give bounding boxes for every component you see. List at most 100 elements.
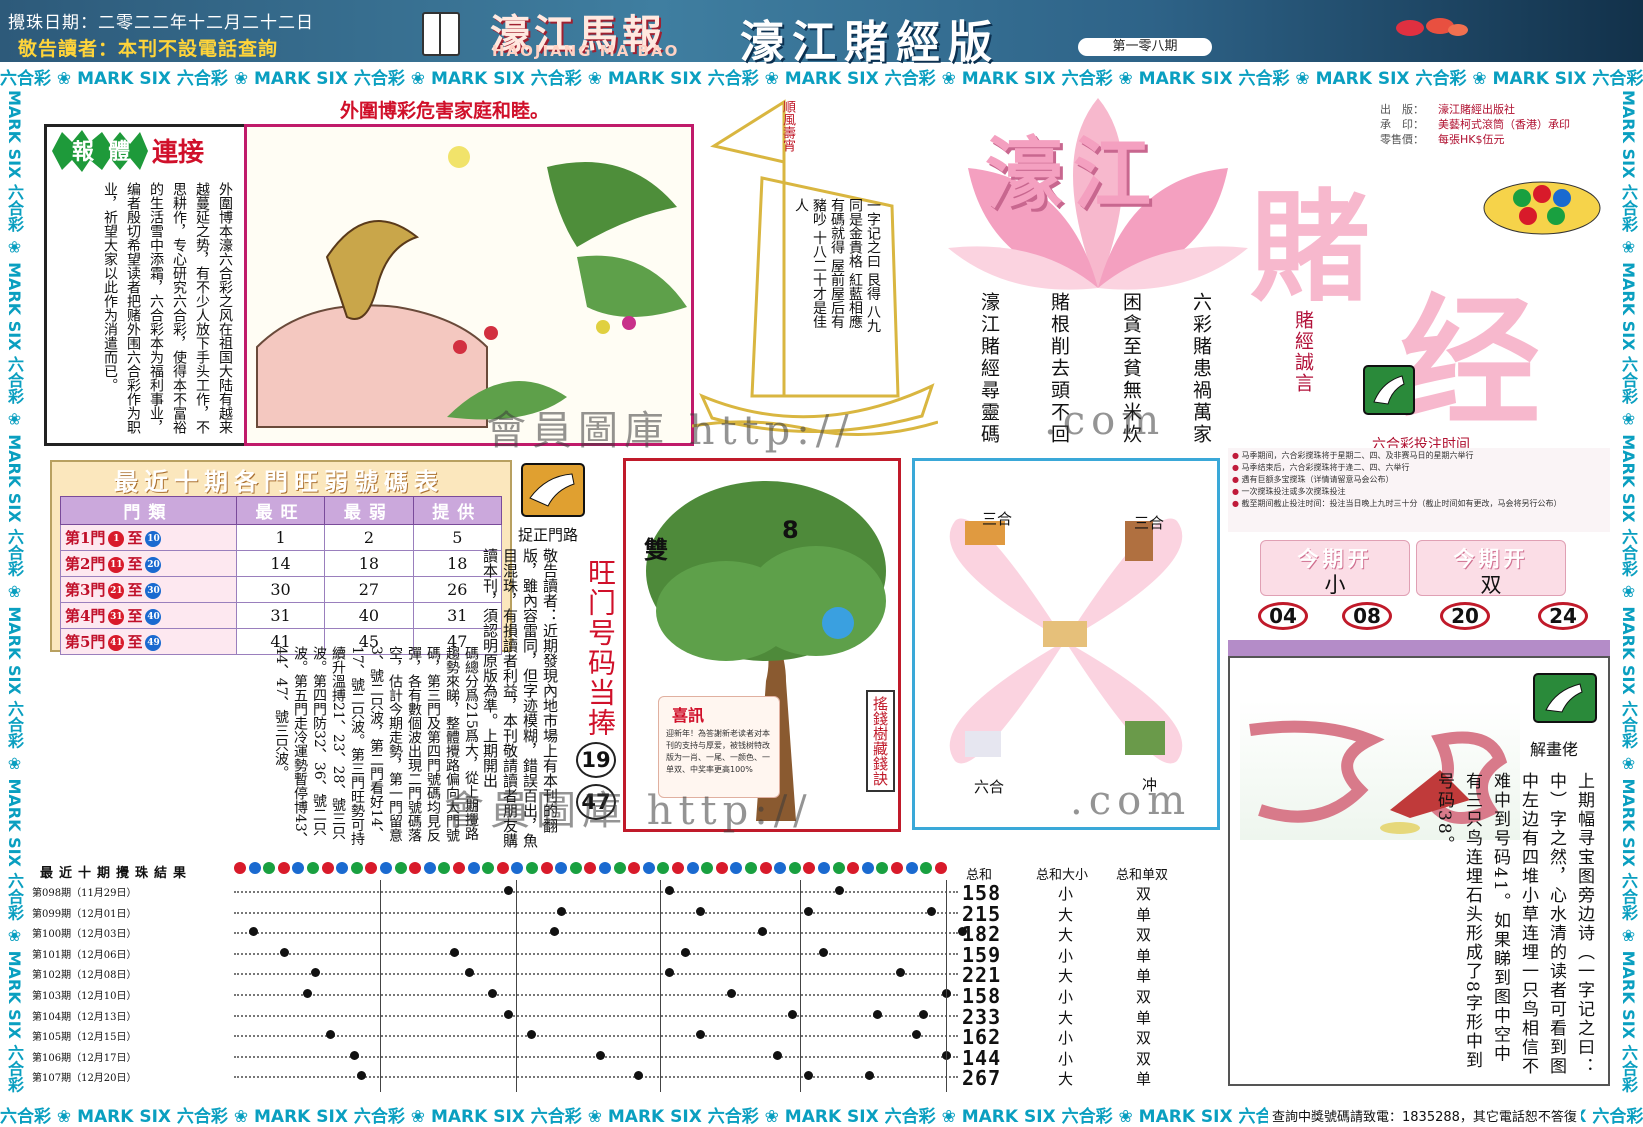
header-ball xyxy=(628,862,641,874)
column-separator xyxy=(800,880,801,1092)
draw-odd-even: 单 xyxy=(1136,1070,1152,1089)
draw-odd-even: 双 xyxy=(1136,988,1152,1006)
edition-title: 濠江賭經版 xyxy=(740,17,1000,68)
publisher-row: 出 版： 濠江賭經出版社 xyxy=(1380,103,1515,116)
header-ball xyxy=(496,862,509,874)
header-ball xyxy=(934,862,947,874)
article-body: 外圍博本濠六合彩之风在祖国大陆有越来越蔓延之势，有不少人放下手头工作，不思耕作，… xyxy=(102,182,233,434)
header-ball xyxy=(394,862,407,874)
gate-range-word: 至 xyxy=(127,581,143,599)
draw-row: 第105期（12月15日） 162 小双 xyxy=(32,1025,1202,1049)
draw-marker xyxy=(526,1030,536,1040)
freq-header: 提供 xyxy=(412,496,503,525)
header-ball xyxy=(759,862,772,874)
dot-line xyxy=(234,911,958,914)
price-row: 零售價： 每張HK$伍元 xyxy=(1380,133,1505,146)
draw-marker xyxy=(819,947,829,957)
result-number: 04 xyxy=(1258,602,1308,630)
draw-marker xyxy=(927,906,936,916)
freq-gate: 第1門 1 至 10 xyxy=(60,524,237,551)
header-ball xyxy=(365,862,378,874)
draw-marker xyxy=(803,1071,813,1081)
gate-range-word: 至 xyxy=(127,529,143,547)
betting-note: 马季期间，六合彩搅珠将于星期二、四、及非赛马日的星期六举行 xyxy=(1232,450,1606,462)
header-ball xyxy=(336,862,349,874)
badge-char-1: 報 xyxy=(72,140,95,165)
betting-note: 截至期间截止投注时间：投注当日晚上九时三十分（截止时间如有更改，马会将另行公布） xyxy=(1232,498,1606,510)
tree-plate-title: 喜訊 xyxy=(672,706,705,725)
badge-char-3: 連接 xyxy=(152,138,205,168)
header-ball xyxy=(438,862,451,874)
draw-marker xyxy=(726,989,736,998)
draw-marker xyxy=(957,927,967,937)
header-ball xyxy=(526,862,538,874)
trend-analysis: 碼總分爲215爲大，從上期攪路趨勢來睇，整體攪路偏向大門號碼，第三門及第四門號碼… xyxy=(273,646,479,846)
puzzle-text: 上期幅寻宝图旁边诗（一字记之曰：中）字之然，心水清的读者可看到图中左边有四堆小草… xyxy=(1434,772,1594,1076)
betting-note: 一次搅珠投注或多次搅珠投注 xyxy=(1232,486,1606,498)
draw-big-small: 小 xyxy=(1058,1049,1074,1068)
watermark: .com xyxy=(1044,398,1166,444)
watermark: 會員圖庫 http:// xyxy=(444,788,813,834)
gate-from-ball: 21 xyxy=(108,583,125,599)
gate-from-ball: 11 xyxy=(108,557,125,573)
header-ball xyxy=(540,862,553,874)
draw-big-small: 小 xyxy=(1058,988,1074,1006)
draw-row: 第102期（12月08日） 221 大单 xyxy=(32,963,1202,987)
book-icon xyxy=(422,12,460,56)
dot-line xyxy=(234,1076,958,1079)
header-notice: 敬告讀者：本刊不設電話查詢 xyxy=(18,38,279,60)
header-ball xyxy=(423,862,436,874)
header-ball xyxy=(745,862,757,874)
draw-marker xyxy=(680,947,690,957)
header-ball xyxy=(350,862,363,874)
draw-marker xyxy=(634,1071,644,1081)
draw-results-title: 最近十期攪珠結果 xyxy=(40,866,193,881)
header-ball xyxy=(263,862,276,874)
freq-cold: 2 xyxy=(324,524,414,551)
draw-marker xyxy=(503,886,513,895)
draw-big-small: 小 xyxy=(1058,1029,1074,1048)
draw-marker xyxy=(465,968,474,978)
header-ball xyxy=(657,862,670,874)
draw-sum: 267 xyxy=(962,1066,1002,1091)
draw-row: 第099期（12月01日） 215 大单 xyxy=(32,902,1202,926)
gate-name: 第3門 xyxy=(65,581,106,599)
tree-number: 8 xyxy=(782,516,799,544)
header-ball xyxy=(453,862,465,874)
header-ball xyxy=(555,862,568,874)
puzzle-caption: 解畫佬 xyxy=(1530,740,1579,759)
draw-marker xyxy=(665,968,675,978)
gate-to-ball: 40 xyxy=(145,609,162,625)
gate-from-ball: 1 xyxy=(108,531,125,547)
draw-period: 第099期（12月01日） xyxy=(32,908,137,920)
draw-date: 攪珠日期：二零二二年十二月二十二日 xyxy=(8,13,314,33)
mark-six-band-left: MARK SIX 六合彩 ❀ MARK SIX 六合彩 ❀ MARK SIX 六… xyxy=(5,90,24,1100)
draw-period: 第102期（12月08日） xyxy=(32,970,137,982)
draw-row: 第106期（12月17日） 144 小双 xyxy=(32,1046,1202,1070)
draw-period: 第103期（12月10日） xyxy=(32,991,137,1002)
fish-icon xyxy=(1396,18,1468,36)
draw-period: 第100期（12月03日） xyxy=(32,929,137,941)
header-ball xyxy=(788,862,801,874)
draw-big-small: 小 xyxy=(1058,946,1074,965)
freq-header: 最弱 xyxy=(324,496,414,525)
header-ball xyxy=(803,862,816,874)
result-size-cell: 今期开 小 xyxy=(1260,540,1410,597)
header-ball xyxy=(686,862,699,874)
draw-period: 第098期（11月29日） xyxy=(32,888,137,899)
header-ball xyxy=(292,862,305,874)
draw-marker xyxy=(773,1050,782,1060)
dot-line xyxy=(234,891,958,893)
header-ball xyxy=(715,862,728,874)
header-ball xyxy=(818,862,830,874)
header-ball xyxy=(847,862,860,874)
header-ball xyxy=(409,862,422,874)
freq-row: 第4門 31 至 40 31 40 31 xyxy=(60,602,503,629)
column-separator xyxy=(516,880,517,1092)
gate-name: 第1門 xyxy=(65,529,106,547)
draw-big-small: 小 xyxy=(1058,885,1074,903)
freq-header: 最旺 xyxy=(235,496,326,525)
zodiac-label: 三合 xyxy=(982,510,1013,528)
header-ball xyxy=(891,862,903,874)
col-big-small: 总和大小 xyxy=(1036,868,1089,883)
